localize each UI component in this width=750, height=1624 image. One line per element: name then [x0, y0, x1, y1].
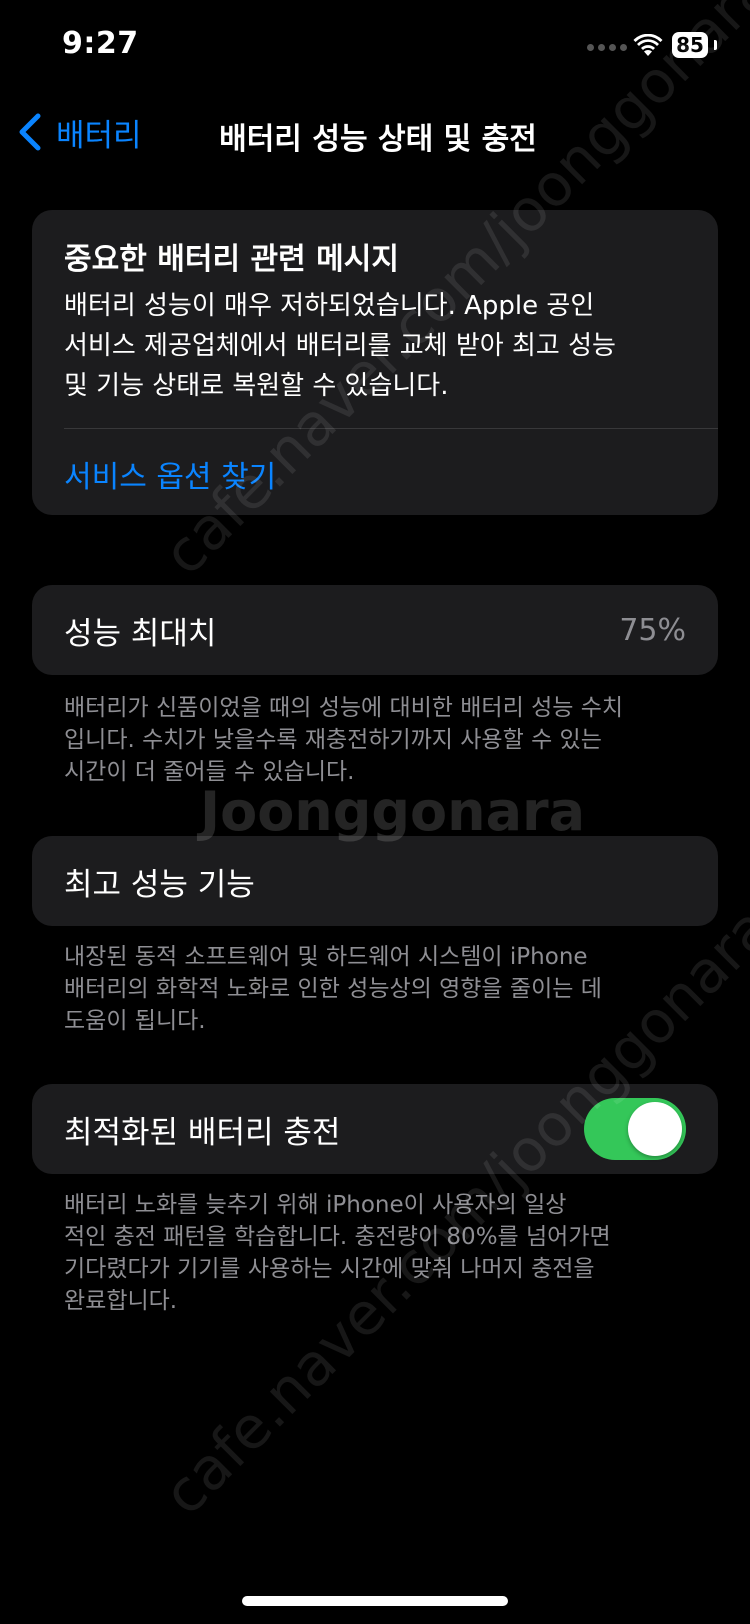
max-capacity-label: 성능 최대치	[64, 615, 217, 652]
status-time: 9:27	[62, 26, 139, 61]
footnote-line: 입니다. 수치가 낮을수록 재충전하기까지 사용할 수 있는	[64, 727, 602, 753]
alert-line: 및 기능 상태로 복원할 수 있습니다.	[64, 371, 449, 401]
optimized-charging-toggle[interactable]	[584, 1098, 686, 1160]
cellular-signal-icon	[587, 44, 627, 51]
battery-icon: 85	[672, 32, 708, 58]
back-button[interactable]: 배터리	[18, 110, 142, 154]
home-indicator[interactable]	[242, 1596, 508, 1606]
footnote-line: 완료합니다.	[64, 1288, 178, 1314]
alert-message: 배터리 성능이 매우 저하되었습니다. Apple 공인 서비스 제공업체에서 …	[64, 286, 694, 406]
optimized-charging-label: 최적화된 배터리 충전	[64, 1114, 341, 1151]
toggle-knob	[628, 1102, 682, 1156]
divider	[64, 428, 718, 429]
footnote-line: 적인 충전 패턴을 학습합니다. 충전량이 80%를 넘어가면	[64, 1224, 611, 1250]
peak-performance-label: 최고 성능 기능	[64, 866, 255, 903]
footnote-line: 시간이 더 줄어들 수 있습니다.	[64, 759, 355, 785]
alert-title: 중요한 배터리 관련 메시지	[64, 242, 399, 277]
footnote-line: 내장된 동적 소프트웨어 및 하드웨어 시스템이 iPhone	[64, 944, 588, 970]
peak-performance-row: 최고 성능 기능	[32, 836, 718, 926]
back-label: 배터리	[56, 117, 142, 154]
peak-performance-footnote: 내장된 동적 소프트웨어 및 하드웨어 시스템이 iPhone 배터리의 화학적…	[64, 941, 684, 1037]
watermark-brand: Joonggonara	[200, 780, 586, 843]
footnote-line: 배터리의 화학적 노화로 인한 성능상의 영향을 줄이는 데	[64, 976, 602, 1002]
max-capacity-footnote: 배터리가 신품이었을 때의 성능에 대비한 배터리 성능 수치 입니다. 수치가…	[64, 692, 684, 788]
status-bar: 9:27 85	[0, 0, 750, 90]
footnote-line: 도움이 됩니다.	[64, 1008, 206, 1034]
max-capacity-value: 75%	[619, 612, 686, 648]
battery-alert-card: 중요한 배터리 관련 메시지 배터리 성능이 매우 저하되었습니다. Apple…	[32, 210, 718, 515]
alert-line: 배터리 성능이 매우 저하되었습니다. Apple 공인	[64, 291, 595, 321]
max-capacity-row: 성능 최대치 75%	[32, 585, 718, 675]
chevron-left-icon	[19, 113, 41, 151]
footnote-line: 배터리 노화를 늦추기 위해 iPhone이 사용자의 일상	[64, 1192, 567, 1218]
service-options-link[interactable]: 서비스 옵션 찾기	[64, 452, 276, 496]
optimized-charging-row: 최적화된 배터리 충전	[32, 1084, 718, 1174]
alert-line: 서비스 제공업체에서 배터리를 교체 받아 최고 성능	[64, 331, 616, 361]
footnote-line: 배터리가 신품이었을 때의 성능에 대비한 배터리 성능 수치	[64, 695, 624, 721]
battery-nub	[714, 40, 717, 50]
navigation-bar: 배터리 성능 상태 및 충전 배터리	[0, 100, 750, 160]
optimized-charging-footnote: 배터리 노화를 늦추기 위해 iPhone이 사용자의 일상 적인 충전 패턴을…	[64, 1189, 684, 1317]
footnote-line: 기다렸다가 기기를 사용하는 시간에 맞춰 나머지 충전을	[64, 1256, 595, 1282]
wifi-icon	[633, 34, 663, 56]
